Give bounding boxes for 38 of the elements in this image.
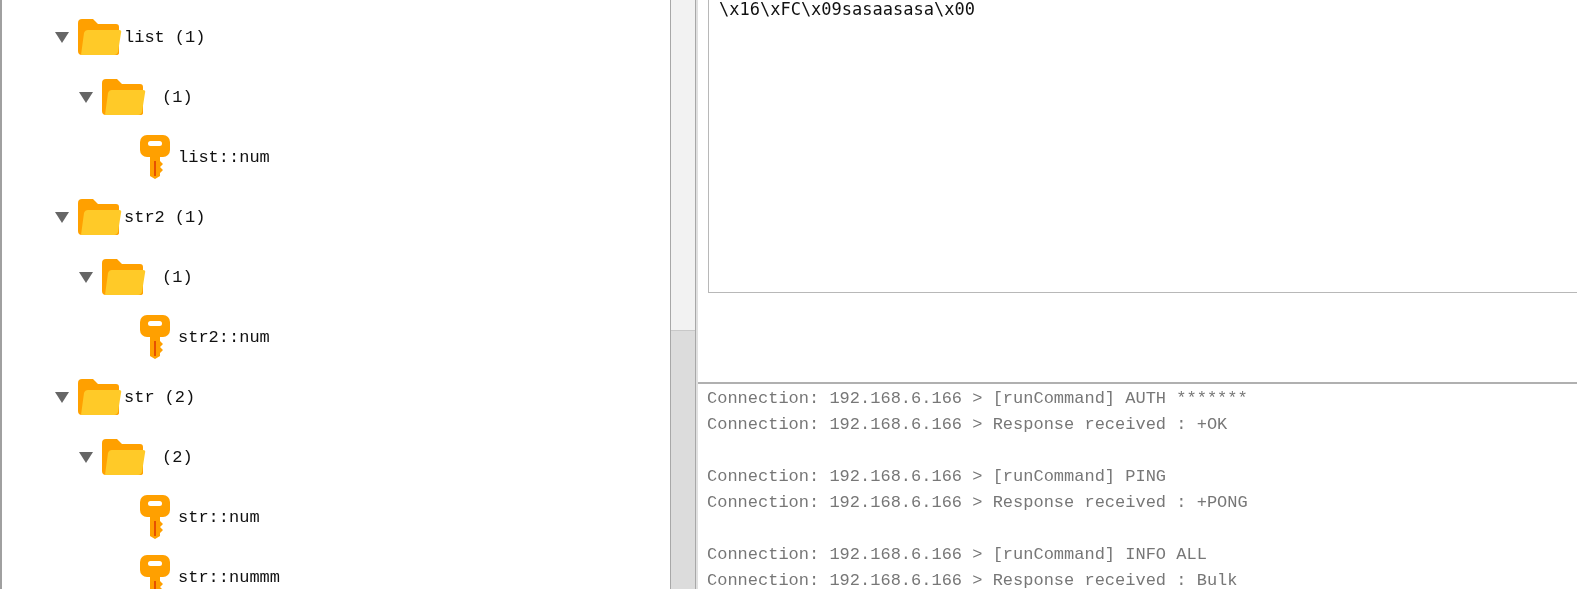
log-line: Connection: 192.168.6.166 > Response received : Bulk (707, 570, 1239, 589)
key-count: (1) (174, 27, 206, 47)
collapse-arrow-icon[interactable] (78, 90, 94, 104)
key-label[interactable]: str::nummm (178, 567, 281, 587)
log-line: Connection: 192.168.6.166 > Response received : +OK (707, 414, 1229, 436)
folder-icon (78, 19, 122, 55)
folder-icon (78, 379, 122, 415)
key-count: (1) (162, 87, 193, 107)
value-viewer[interactable]: \x16\xFC\x09sasaasasa\x00 (708, 0, 1577, 293)
key-label[interactable]: str2::num (178, 327, 270, 347)
key-label[interactable]: list::num (178, 147, 270, 167)
log-line: Connection: 192.168.6.166 > Response received : +PONG (707, 492, 1249, 514)
log-line: Connection: 192.168.6.166 > [runCommand] PING (707, 466, 1168, 488)
key-count: (2) (162, 447, 193, 467)
folder-label[interactable]: str (124, 387, 155, 407)
collapse-arrow-icon[interactable] (54, 210, 70, 224)
folder-label[interactable]: str2 (124, 207, 165, 227)
collapse-arrow-icon[interactable] (78, 270, 94, 284)
key-count: (1) (174, 207, 206, 227)
key-label[interactable]: str::num (178, 507, 260, 527)
collapse-arrow-icon[interactable] (54, 30, 70, 44)
key-icon (140, 135, 170, 179)
log-line: Connection: 192.168.6.166 > [runCommand] AUTH ******* (707, 388, 1249, 410)
collapse-arrow-icon[interactable] (54, 390, 70, 404)
scrollbar-thumb[interactable] (671, 0, 695, 331)
key-count: (1) (162, 267, 193, 287)
folder-icon (102, 79, 146, 115)
folder-icon (102, 439, 146, 475)
folder-icon (102, 259, 146, 295)
key-icon (140, 495, 170, 539)
folder-icon (78, 199, 122, 235)
key-count: (2) (164, 387, 196, 407)
folder-label[interactable]: list (124, 27, 165, 47)
value-text: \x16\xFC\x09sasaasasa\x00 (719, 0, 975, 19)
collapse-arrow-icon[interactable] (78, 450, 94, 464)
scrollbar[interactable] (670, 0, 696, 589)
key-icon (140, 315, 170, 359)
log-line: Connection: 192.168.6.166 > [runCommand] INFO ALL (707, 544, 1208, 566)
